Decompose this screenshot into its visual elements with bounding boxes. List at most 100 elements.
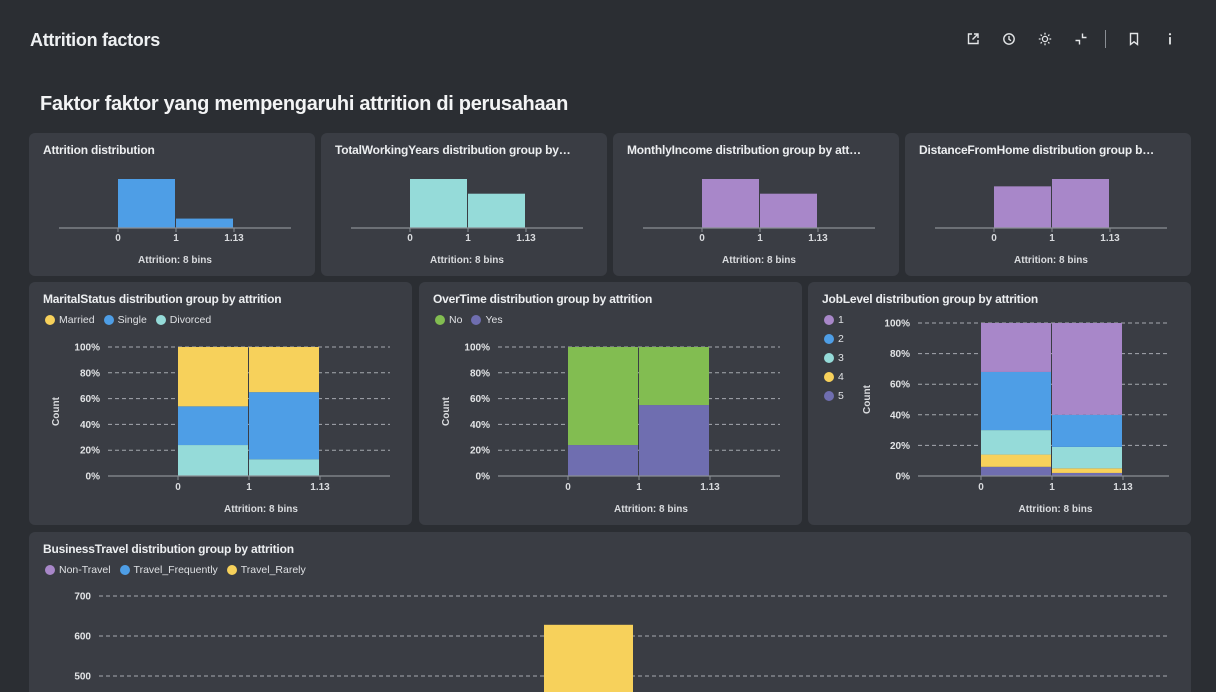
x-tick-label: 1.13 <box>1113 482 1133 493</box>
x-tick-label: 0 <box>175 482 181 493</box>
x-tick-label: 1 <box>173 233 179 244</box>
job-level-card: JobLevel distribution group by attrition… <box>808 282 1191 525</box>
y-tick-label: 20% <box>80 446 100 457</box>
y-tick-label: 40% <box>890 410 910 421</box>
stacked-bar-segment <box>249 459 319 476</box>
x-axis-label: Attrition: 8 bins <box>722 255 796 266</box>
stacked-bar-segment <box>568 347 638 446</box>
chart-svg: 0 1 1.13 Attrition: 8 bins <box>351 179 583 266</box>
x-axis-label: Attrition: 8 bins <box>1014 255 1088 266</box>
x-tick-label: 1.13 <box>1100 233 1120 244</box>
chart-svg: 0% 20% 40% 60% 80% 100% 0 1 1.13 Attrition: 8 bin… <box>441 343 780 515</box>
x-tick-label: 1.13 <box>516 233 536 244</box>
stacked-bar-segment <box>178 445 248 476</box>
y-tick-label: 60% <box>470 394 490 405</box>
y-axis-label: Count <box>441 396 452 426</box>
x-tick-label: 0 <box>407 233 413 244</box>
stacked-bar-segment <box>1052 446 1122 469</box>
y-tick-label: 0% <box>476 472 491 483</box>
y-tick-label: 80% <box>80 368 100 379</box>
attrition-distribution-card: Attrition distribution 0 1 1.13 Attrition: … <box>29 133 315 276</box>
monthly-income-card: MonthlyIncome distribution group by att…… <box>613 133 899 276</box>
y-tick-label: 20% <box>890 441 910 452</box>
x-tick-label: 1 <box>246 482 252 493</box>
x-axis-label: Attrition: 8 bins <box>224 504 298 515</box>
y-tick-label: 40% <box>470 420 490 431</box>
stacked-bar-segment <box>249 392 319 460</box>
working-years-card: TotalWorkingYears distribution group by…… <box>321 133 607 276</box>
x-tick-label: 0 <box>699 233 705 244</box>
chart-svg: 500 600 700 <box>74 592 1167 692</box>
bar <box>544 624 633 692</box>
y-tick-label: 20% <box>470 446 490 457</box>
y-axis-label: Count <box>51 396 62 426</box>
business-travel-card: BusinessTravel distribution group by att… <box>29 532 1191 692</box>
y-axis-label: Count <box>862 384 873 414</box>
chart-svg: 0 1 1.13 Attrition: 8 bins <box>643 179 875 266</box>
stacked-bar-segment <box>1052 323 1122 415</box>
x-tick-label: 1.13 <box>310 482 330 493</box>
external-link-icon[interactable] <box>955 28 991 50</box>
chart-svg: 0% 20% 40% 60% 80% 100% 0 1 1.13 Attrition: 8 bin… <box>51 343 390 515</box>
x-axis-label: Attrition: 8 bins <box>614 504 688 515</box>
stacked-bar-segment <box>981 454 1051 467</box>
stacked-bar-segment <box>639 405 709 476</box>
x-tick-label: 1.13 <box>700 482 720 493</box>
x-tick-label: 1 <box>757 233 763 244</box>
marital-status-card: MaritalStatus distribution group by attr… <box>29 282 412 525</box>
x-tick-label: 0 <box>978 482 984 493</box>
app-title: Attrition factors <box>30 30 160 50</box>
y-tick-label: 500 <box>74 672 91 683</box>
stacked-bar-segment <box>178 347 248 407</box>
y-tick-label: 100% <box>74 343 100 354</box>
y-tick-label: 0% <box>896 472 911 483</box>
sun-icon[interactable] <box>1027 28 1063 50</box>
x-axis-label: Attrition: 8 bins <box>430 255 504 266</box>
x-tick-label: 1.13 <box>808 233 828 244</box>
stacked-bar-segment <box>639 347 709 406</box>
y-tick-label: 40% <box>80 420 100 431</box>
toolbar <box>955 28 1188 50</box>
x-axis-label: Attrition: 8 bins <box>138 255 212 266</box>
x-tick-label: 1 <box>636 482 642 493</box>
y-tick-label: 60% <box>890 380 910 391</box>
histogram-bar <box>468 193 525 228</box>
distance-from-home-card: DistanceFromHome distribution group b… 0… <box>905 133 1191 276</box>
stacked-bar-segment <box>178 406 248 446</box>
y-tick-label: 60% <box>80 394 100 405</box>
stacked-bar-segment <box>568 445 638 476</box>
stacked-bar-segment <box>249 347 319 393</box>
bookmark-icon[interactable] <box>1116 28 1152 50</box>
histogram-bar <box>176 218 233 228</box>
clock-icon[interactable] <box>991 28 1027 50</box>
y-tick-label: 0% <box>86 472 101 483</box>
chart-svg: 0 1 1.13 Attrition: 8 bins <box>935 179 1167 266</box>
page-heading: Faktor faktor yang mempengaruhi attritio… <box>40 93 569 115</box>
histogram-bar <box>410 179 467 228</box>
top-bar: Attrition factors <box>0 0 1216 84</box>
chart-svg: 0% 20% 40% 60% 80% 100% 0 1 1.13 Attrition: 8 bin… <box>862 319 1169 515</box>
chart-svg: 0 1 1.13 Attrition: 8 bins <box>59 179 291 266</box>
x-tick-label: 0 <box>115 233 121 244</box>
x-tick-label: 0 <box>565 482 571 493</box>
x-tick-label: 1.13 <box>224 233 244 244</box>
stacked-bar-segment <box>1052 414 1122 447</box>
stacked-bar-segment <box>981 323 1051 372</box>
collapse-icon[interactable] <box>1063 28 1099 50</box>
x-axis-label: Attrition: 8 bins <box>1019 504 1093 515</box>
histogram-bar <box>994 186 1051 228</box>
x-tick-label: 0 <box>991 233 997 244</box>
y-tick-label: 100% <box>464 343 490 354</box>
y-tick-label: 100% <box>884 319 910 330</box>
toolbar-divider <box>1105 30 1106 48</box>
x-tick-label: 1 <box>1049 233 1055 244</box>
info-icon[interactable] <box>1152 28 1188 50</box>
stacked-bar-segment <box>1052 468 1122 473</box>
overtime-card: OverTime distribution group by attrition… <box>419 282 802 525</box>
y-tick-label: 700 <box>74 592 91 603</box>
y-tick-label: 80% <box>890 349 910 360</box>
x-tick-label: 1 <box>465 233 471 244</box>
stacked-bar-segment <box>981 371 1051 431</box>
histogram-bar <box>118 179 175 228</box>
x-tick-label: 1 <box>1049 482 1055 493</box>
